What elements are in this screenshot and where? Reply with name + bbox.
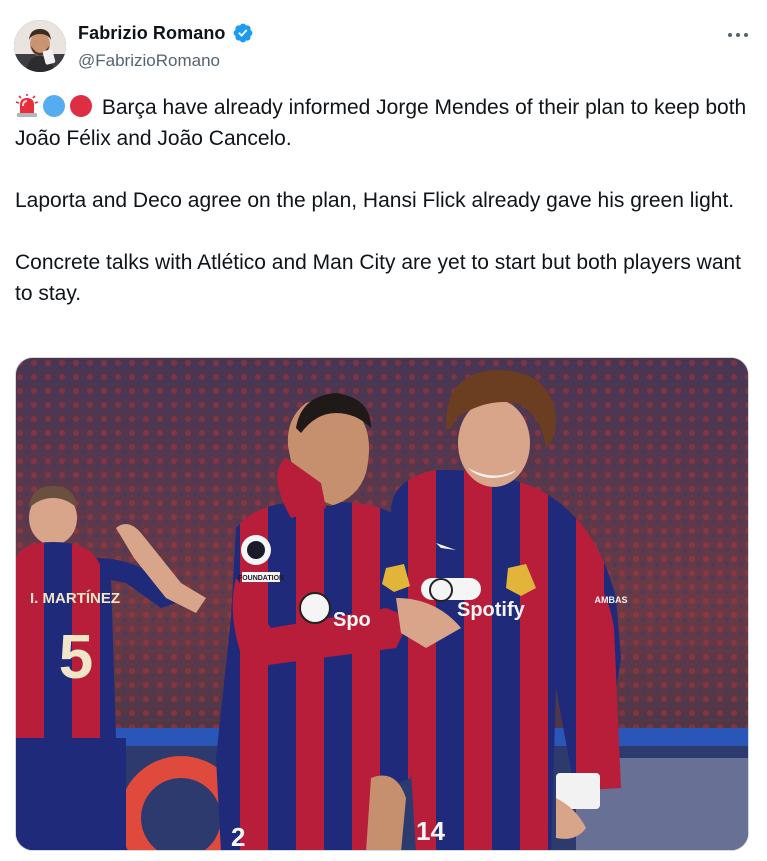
football-players-photo: I. MARTÍNEZ 5 Spotify AMBAS 14 FOUNDATIO… [16,358,748,851]
tweet-paragraph-1: Barça have already informed Jorge Mendes… [15,92,755,154]
author-handle[interactable]: @FabrizioRomano [78,51,220,71]
sponsor-right: Spotify [457,599,526,621]
tweet-paragraph-3: Concrete talks with Atlético and Man Cit… [15,251,742,305]
author-name-row[interactable]: Fabrizio Romano [78,22,254,44]
verified-badge-icon [233,23,252,43]
author-display-name[interactable]: Fabrizio Romano [78,23,226,44]
tweet-text: Barça have already informed Jorge Mendes… [15,92,755,309]
author-avatar[interactable] [14,20,66,72]
more-horizontal-icon[interactable] [724,24,752,44]
back-player-number: 5 [59,623,93,692]
tweet-paragraph-1-text: Barça have already informed Jorge Mendes… [15,96,747,150]
sponsor-left: Spo [333,609,371,631]
left-player-number: 2 [231,822,245,851]
tweet-card: Fabrizio Romano @FabrizioRomano Barça ha… [0,0,767,861]
sleeve-badge-text: FOUNDATION [238,575,284,582]
police-light-emoji [15,94,39,117]
red-circle-emoji [70,95,92,117]
avatar-photo [14,20,66,72]
dot [728,33,732,37]
back-player-name: I. MARTÍNEZ [30,590,120,607]
dot [736,33,740,37]
blue-circle-emoji [43,95,65,117]
tweet-media-photo[interactable]: I. MARTÍNEZ 5 Spotify AMBAS 14 FOUNDATIO… [15,357,749,851]
tweet-paragraph-2: Laporta and Deco agree on the plan, Hans… [15,189,735,212]
armband-text: AMBAS [595,595,628,605]
dot [744,33,748,37]
right-player-number: 14 [416,816,445,846]
